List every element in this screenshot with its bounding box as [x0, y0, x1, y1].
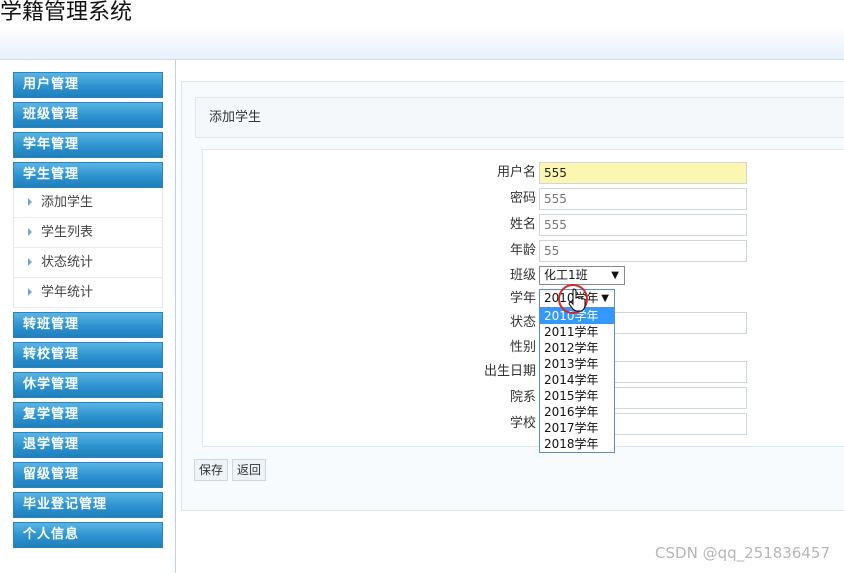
class-label: 班级 [509, 268, 536, 283]
department-label: 院系 [509, 390, 536, 405]
username-field[interactable]: 555 [539, 162, 747, 184]
age-label: 年龄 [509, 243, 536, 258]
student-submenu: 添加学生 学生列表 状态统计 学年统计 [13, 188, 163, 308]
sidebar-menu: 用户管理 班级管理 学年管理 学生管理 添加学生 学生列表 状态统计 学年统计 … [13, 72, 163, 552]
menu-resumption[interactable]: 复学管理 [13, 402, 163, 428]
submenu-year-stats[interactable]: 学年统计 [14, 278, 162, 308]
watermark: CSDN @qq_251836457 [655, 544, 830, 562]
submenu-status-stats[interactable]: 状态统计 [14, 248, 162, 278]
caret-down-icon: ▼ [611, 270, 619, 281]
gender-label: 性别 [509, 340, 536, 355]
submenu-label: 添加学生 [41, 195, 94, 210]
year-option[interactable]: 2016学年 [540, 404, 614, 420]
caret-down-icon: ▼ [601, 293, 609, 304]
submenu-label: 学年统计 [41, 285, 94, 300]
menu-suspension[interactable]: 休学管理 [13, 372, 163, 398]
menu-class-management[interactable]: 班级管理 [13, 102, 163, 128]
menu-user-management[interactable]: 用户管理 [13, 72, 163, 98]
menu-transfer-class[interactable]: 转班管理 [13, 312, 163, 338]
header-band [0, 26, 844, 60]
name-label: 姓名 [509, 217, 536, 232]
submenu-label: 学生列表 [41, 225, 94, 240]
arrow-right-icon [28, 228, 32, 236]
school-label: 学校 [509, 416, 536, 431]
arrow-right-icon [28, 198, 32, 206]
age-field[interactable]: 55 [539, 240, 747, 262]
sidebar: 用户管理 班级管理 学年管理 学生管理 添加学生 学生列表 状态统计 学年统计 … [0, 60, 176, 573]
submenu-add-student[interactable]: 添加学生 [14, 188, 162, 218]
username-label: 用户名 [496, 165, 536, 180]
year-label: 学年 [509, 291, 536, 306]
password-label: 密码 [509, 191, 536, 206]
year-option[interactable]: 2013学年 [540, 356, 614, 372]
menu-personal-info[interactable]: 个人信息 [13, 522, 163, 548]
save-button[interactable]: 保存 [194, 459, 229, 481]
year-option[interactable]: 2012学年 [540, 340, 614, 356]
year-option[interactable]: 2017学年 [540, 420, 614, 436]
year-dropdown-list: 2010学年 2011学年 2012学年 2013学年 2014学年 2015学… [539, 307, 615, 453]
menu-year-management[interactable]: 学年管理 [13, 132, 163, 158]
birthdate-label: 出生日期 [483, 364, 536, 379]
year-option[interactable]: 2015学年 [540, 388, 614, 404]
menu-transfer-school[interactable]: 转校管理 [13, 342, 163, 368]
menu-repeat-grade[interactable]: 留级管理 [13, 462, 163, 488]
menu-withdrawal[interactable]: 退学管理 [13, 432, 163, 458]
back-button[interactable]: 返回 [232, 459, 267, 481]
year-option[interactable]: 2014学年 [540, 372, 614, 388]
class-select-value: 化工1班 [544, 268, 588, 282]
arrow-right-icon [28, 288, 32, 296]
menu-student-management[interactable]: 学生管理 [13, 162, 163, 188]
app-title: 学籍管理系统 [0, 0, 133, 25]
password-field[interactable]: 555 [539, 188, 747, 210]
submenu-student-list[interactable]: 学生列表 [14, 218, 162, 248]
year-option[interactable]: 2011学年 [540, 324, 614, 340]
submenu-label: 状态统计 [41, 255, 94, 270]
name-field[interactable]: 555 [539, 214, 747, 236]
year-option[interactable]: 2018学年 [540, 436, 614, 452]
hand-cursor-icon [568, 288, 586, 312]
page-title: 添加学生 [195, 97, 844, 138]
menu-graduation[interactable]: 毕业登记管理 [13, 492, 163, 518]
class-select[interactable]: 化工1班 ▼ [539, 266, 625, 285]
arrow-right-icon [28, 258, 32, 266]
status-label: 状态 [509, 315, 536, 330]
